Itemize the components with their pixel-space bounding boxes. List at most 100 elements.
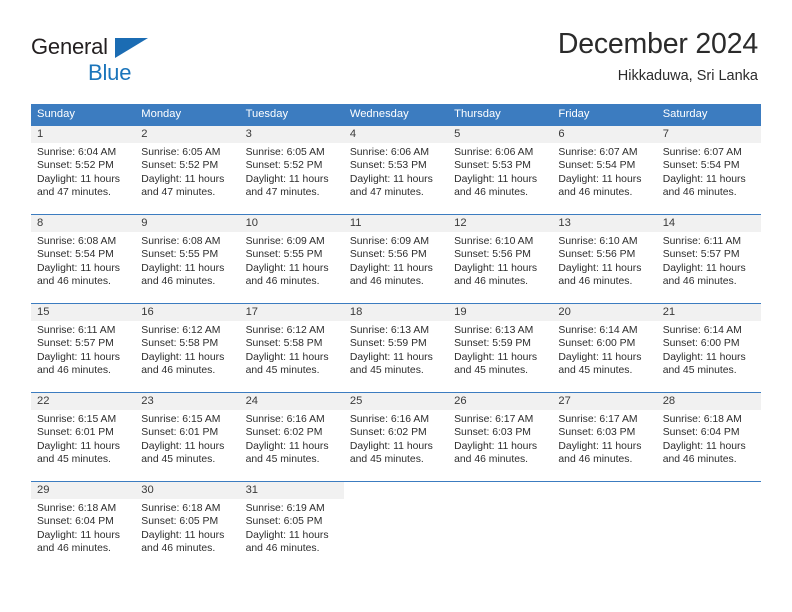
- day-details: Sunrise: 6:19 AM Sunset: 6:05 PM Dayligh…: [240, 499, 344, 556]
- day-cell[interactable]: 21 Sunrise: 6:14 AM Sunset: 6:00 PM Dayl…: [656, 304, 761, 392]
- daylight-text-line1: Daylight: 11 hours: [141, 351, 225, 363]
- day-cell[interactable]: 7 Sunrise: 6:07 AM Sunset: 5:54 PM Dayli…: [656, 126, 761, 214]
- daylight-text-line1: Daylight: 11 hours: [454, 173, 538, 185]
- day-cell[interactable]: 22 Sunrise: 6:15 AM Sunset: 6:01 PM Dayl…: [31, 393, 136, 481]
- day-cell[interactable]: 8 Sunrise: 6:08 AM Sunset: 5:54 PM Dayli…: [31, 215, 136, 303]
- day-cell[interactable]: 4 Sunrise: 6:06 AM Sunset: 5:53 PM Dayli…: [343, 126, 449, 214]
- day-cell[interactable]: 14 Sunrise: 6:11 AM Sunset: 5:57 PM Dayl…: [656, 215, 761, 303]
- day-cell[interactable]: 19 Sunrise: 6:13 AM Sunset: 5:59 PM Dayl…: [448, 304, 553, 392]
- day-number: 23: [135, 393, 240, 410]
- sunset-text: Sunset: 5:54 PM: [558, 160, 636, 172]
- day-details: Sunrise: 6:14 AM Sunset: 6:00 PM Dayligh…: [657, 321, 761, 378]
- day-details: Sunrise: 6:15 AM Sunset: 6:01 PM Dayligh…: [135, 410, 239, 467]
- day-cell[interactable]: 20 Sunrise: 6:14 AM Sunset: 6:00 PM Dayl…: [552, 304, 657, 392]
- daylight-text-line2: and 45 minutes.: [37, 454, 111, 466]
- day-cell[interactable]: 29 Sunrise: 6:18 AM Sunset: 6:04 PM Dayl…: [31, 482, 136, 570]
- day-details: Sunrise: 6:18 AM Sunset: 6:04 PM Dayligh…: [31, 499, 135, 556]
- day-cell[interactable]: 27 Sunrise: 6:17 AM Sunset: 6:03 PM Dayl…: [552, 393, 657, 481]
- day-cell[interactable]: 11 Sunrise: 6:09 AM Sunset: 5:56 PM Dayl…: [343, 215, 449, 303]
- sunset-text: Sunset: 5:56 PM: [454, 249, 531, 261]
- sunset-text: Sunset: 5:55 PM: [245, 249, 323, 261]
- day-number: [343, 482, 449, 499]
- day-cell[interactable]: 2 Sunrise: 6:05 AM Sunset: 5:52 PM Dayli…: [135, 126, 240, 214]
- day-details: Sunrise: 6:17 AM Sunset: 6:03 PM Dayligh…: [448, 410, 552, 467]
- sunrise-text: Sunrise: 6:18 AM: [37, 503, 117, 514]
- page-title: December 2024: [557, 28, 758, 60]
- generalblue-logo[interactable]: General Blue: [31, 36, 211, 88]
- day-cell[interactable]: 10 Sunrise: 6:09 AM Sunset: 5:55 PM Dayl…: [239, 215, 344, 303]
- day-cell[interactable]: 3 Sunrise: 6:05 AM Sunset: 5:52 PM Dayli…: [239, 126, 344, 214]
- day-cell-empty: [343, 482, 449, 570]
- day-cell[interactable]: 31 Sunrise: 6:19 AM Sunset: 6:05 PM Dayl…: [239, 482, 344, 570]
- day-cell[interactable]: 1 Sunrise: 6:04 AM Sunset: 5:52 PM Dayli…: [31, 126, 136, 214]
- day-cell[interactable]: 13 Sunrise: 6:10 AM Sunset: 5:56 PM Dayl…: [552, 215, 657, 303]
- sunrise-text: Sunrise: 6:06 AM: [349, 147, 429, 158]
- daylight-text-line2: and 46 minutes.: [558, 276, 633, 288]
- daylight-text-line2: and 46 minutes.: [37, 276, 111, 288]
- day-cell[interactable]: 23 Sunrise: 6:15 AM Sunset: 6:01 PM Dayl…: [135, 393, 240, 481]
- sunset-text: Sunset: 6:02 PM: [349, 427, 427, 439]
- daylight-text-line2: and 46 minutes.: [37, 543, 111, 555]
- day-cell[interactable]: 16 Sunrise: 6:12 AM Sunset: 5:58 PM Dayl…: [135, 304, 240, 392]
- daylight-text-line2: and 45 minutes.: [558, 365, 633, 377]
- day-cell[interactable]: 26 Sunrise: 6:17 AM Sunset: 6:03 PM Dayl…: [448, 393, 553, 481]
- day-details: Sunrise: 6:10 AM Sunset: 5:56 PM Dayligh…: [448, 232, 552, 289]
- weekday-header-tuesday: Tuesday: [245, 108, 289, 120]
- sunrise-text: Sunrise: 6:10 AM: [558, 236, 638, 247]
- day-cell[interactable]: 24 Sunrise: 6:16 AM Sunset: 6:02 PM Dayl…: [239, 393, 344, 481]
- day-cell[interactable]: 6 Sunrise: 6:07 AM Sunset: 5:54 PM Dayli…: [552, 126, 657, 214]
- day-cell[interactable]: 15 Sunrise: 6:11 AM Sunset: 5:57 PM Dayl…: [31, 304, 136, 392]
- daylight-text-line1: Daylight: 11 hours: [141, 173, 225, 185]
- daylight-text-line1: Daylight: 11 hours: [454, 351, 538, 363]
- daylight-text-line2: and 46 minutes.: [454, 276, 529, 288]
- day-cell[interactable]: 9 Sunrise: 6:08 AM Sunset: 5:55 PM Dayli…: [135, 215, 240, 303]
- sunrise-text: Sunrise: 6:09 AM: [349, 236, 429, 247]
- sunrise-text: Sunrise: 6:15 AM: [141, 414, 221, 425]
- sunset-text: Sunset: 5:56 PM: [349, 249, 427, 261]
- sunrise-text: Sunrise: 6:05 AM: [245, 147, 325, 158]
- sunset-text: Sunset: 5:56 PM: [558, 249, 636, 261]
- daylight-text-line1: Daylight: 11 hours: [662, 351, 746, 363]
- sunset-text: Sunset: 5:57 PM: [37, 338, 114, 350]
- sunset-text: Sunset: 6:01 PM: [141, 427, 219, 439]
- day-details: Sunrise: 6:07 AM Sunset: 5:54 PM Dayligh…: [657, 143, 761, 200]
- day-number: 18: [343, 304, 449, 321]
- sunset-text: Sunset: 6:04 PM: [37, 516, 114, 528]
- daylight-text-line2: and 46 minutes.: [558, 454, 633, 466]
- daylight-text-line2: and 47 minutes.: [349, 187, 424, 199]
- day-number: 5: [448, 126, 553, 143]
- day-details: Sunrise: 6:07 AM Sunset: 5:54 PM Dayligh…: [552, 143, 656, 200]
- day-cell[interactable]: 5 Sunrise: 6:06 AM Sunset: 5:53 PM Dayli…: [448, 126, 553, 214]
- weekday-header-sunday: Sunday: [37, 108, 75, 120]
- week-row: 15 Sunrise: 6:11 AM Sunset: 5:57 PM Dayl…: [31, 303, 761, 392]
- daylight-text-line1: Daylight: 11 hours: [558, 173, 642, 185]
- day-cell[interactable]: 28 Sunrise: 6:18 AM Sunset: 6:04 PM Dayl…: [656, 393, 761, 481]
- sunrise-text: Sunrise: 6:12 AM: [245, 325, 325, 336]
- daylight-text-line1: Daylight: 11 hours: [245, 529, 329, 541]
- sunset-text: Sunset: 6:01 PM: [37, 427, 114, 439]
- sunrise-text: Sunrise: 6:13 AM: [454, 325, 534, 336]
- sunset-text: Sunset: 5:52 PM: [245, 160, 323, 172]
- daylight-text-line2: and 47 minutes.: [37, 187, 111, 199]
- calendar-grid: Sunday Monday Tuesday Wednesday Thursday…: [31, 104, 761, 570]
- day-cell[interactable]: 18 Sunrise: 6:13 AM Sunset: 5:59 PM Dayl…: [343, 304, 449, 392]
- daylight-text-line2: and 45 minutes.: [662, 365, 737, 377]
- sunset-text: Sunset: 6:05 PM: [245, 516, 323, 528]
- day-cell[interactable]: 25 Sunrise: 6:16 AM Sunset: 6:02 PM Dayl…: [343, 393, 449, 481]
- day-cell[interactable]: 12 Sunrise: 6:10 AM Sunset: 5:56 PM Dayl…: [448, 215, 553, 303]
- day-details: Sunrise: 6:13 AM Sunset: 5:59 PM Dayligh…: [344, 321, 448, 378]
- sunset-text: Sunset: 6:04 PM: [662, 427, 740, 439]
- daylight-text-line1: Daylight: 11 hours: [558, 262, 642, 274]
- day-details: Sunrise: 6:05 AM Sunset: 5:52 PM Dayligh…: [135, 143, 239, 200]
- daylight-text-line1: Daylight: 11 hours: [454, 262, 538, 274]
- day-number: 4: [343, 126, 449, 143]
- day-number: 2: [135, 126, 240, 143]
- day-number: 12: [448, 215, 553, 232]
- daylight-text-line1: Daylight: 11 hours: [245, 440, 329, 452]
- day-cell[interactable]: 30 Sunrise: 6:18 AM Sunset: 6:05 PM Dayl…: [135, 482, 240, 570]
- sunrise-text: Sunrise: 6:11 AM: [662, 236, 742, 247]
- sunset-text: Sunset: 6:05 PM: [141, 516, 219, 528]
- daylight-text-line1: Daylight: 11 hours: [245, 173, 329, 185]
- day-cell[interactable]: 17 Sunrise: 6:12 AM Sunset: 5:58 PM Dayl…: [239, 304, 344, 392]
- day-number: 13: [552, 215, 657, 232]
